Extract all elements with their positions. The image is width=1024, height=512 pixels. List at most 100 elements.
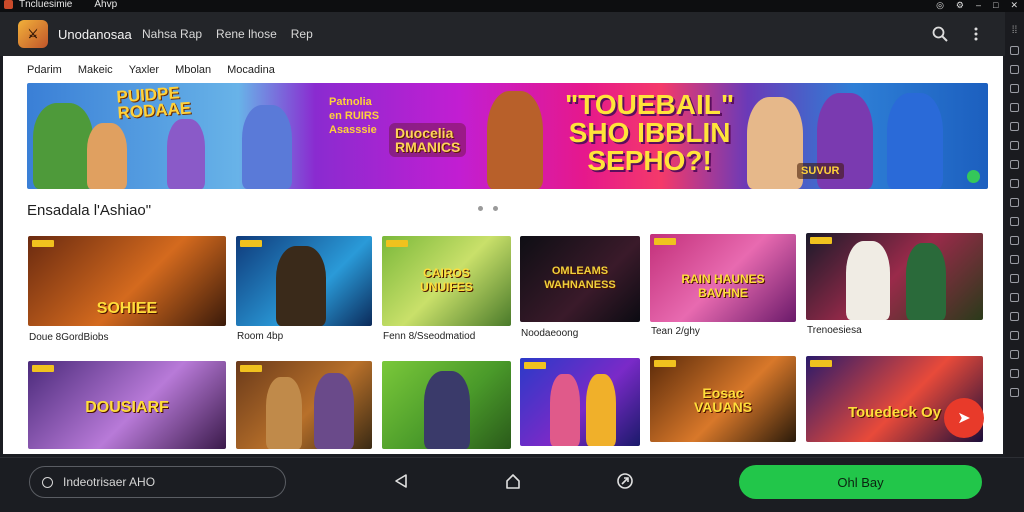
game-card[interactable]: SOHIEE	[28, 236, 226, 326]
game-card[interactable]: DOUSIARF	[28, 361, 226, 449]
game-card[interactable]: CAIROS UNUIFES	[382, 236, 511, 326]
chat-icon[interactable]	[967, 170, 980, 183]
toolbar-icon-11[interactable]	[1010, 236, 1019, 245]
toolbar-icon-15[interactable]	[1010, 312, 1019, 321]
window-controls: ◎ ⚙ – □ ✕	[936, 0, 1018, 10]
game-card[interactable]: OMLEAMS WAHNANESS	[520, 236, 640, 322]
toolbar-icon-17[interactable]	[1010, 350, 1019, 359]
banner-character-2	[87, 123, 127, 189]
window-title-bar: Tncluesimie Ahvp ◎ ⚙ – □ ✕	[0, 0, 1024, 12]
card-title: RAIN HAUNES BAVHNE	[681, 272, 765, 300]
toolbar-icon-14[interactable]	[1010, 293, 1019, 302]
nav-item-3[interactable]: Rep	[291, 27, 313, 41]
banner-character-5	[747, 97, 803, 189]
window-minimize-icon[interactable]: –	[976, 0, 981, 10]
card-character	[266, 377, 302, 449]
window-app-label: Tncluesimie Ahvp	[4, 0, 117, 10]
toolbar-icon-1[interactable]	[1010, 46, 1019, 55]
bottom-bar: Indeotrisaer AHO Ohl Bay	[0, 457, 1024, 512]
tab-4[interactable]: Mbolan	[175, 64, 211, 76]
card-caption: Room 4bp	[237, 331, 284, 342]
search-field[interactable]: Indeotrisaer AHO	[29, 466, 286, 498]
toolbar-icon-5[interactable]	[1010, 122, 1019, 131]
store-panel: Pdarim Makeic Yaxler Mbolan Mocadina PUI…	[3, 56, 1003, 454]
banner-hero-character	[487, 91, 543, 189]
toolbar-icon-12[interactable]	[1010, 255, 1019, 264]
toolbar-icon-4[interactable]	[1010, 103, 1019, 112]
game-card[interactable]: Eosac VAUANS	[650, 356, 796, 442]
card-tag	[32, 240, 54, 247]
card-title: CAIROS UNUIFES	[420, 266, 473, 294]
card-character	[550, 374, 580, 446]
card-caption: Noodaeoong	[521, 328, 579, 339]
tab-2[interactable]: Makeic	[78, 64, 113, 76]
card-character	[276, 246, 326, 326]
carousel-dot-2[interactable]	[493, 206, 498, 211]
banner-character-3	[167, 119, 205, 189]
card-tag	[240, 365, 262, 372]
carousel-dots[interactable]	[478, 206, 498, 211]
toolbar-icon-6[interactable]	[1010, 141, 1019, 150]
game-card[interactable]: RAIN HAUNES BAVHNE	[650, 234, 796, 322]
card-tag	[386, 240, 408, 247]
banner-character-4	[242, 105, 292, 189]
toolbar-icon-19[interactable]	[1010, 388, 1019, 397]
hero-banner[interactable]: PUIDPE RODAAE Patnolia en RUIRS Asasssie…	[27, 83, 988, 189]
card-tag	[810, 360, 832, 367]
toolbar-icon-18[interactable]	[1010, 369, 1019, 378]
game-card[interactable]	[382, 361, 511, 449]
game-card[interactable]	[806, 233, 983, 320]
app-logo[interactable]: ⚔	[18, 20, 48, 48]
banner-right-badge: SUVUR	[797, 163, 844, 179]
carousel-dot-1[interactable]	[478, 206, 483, 211]
toolbar-icon-8[interactable]	[1010, 179, 1019, 188]
game-card[interactable]	[236, 236, 372, 326]
card-caption: Trenoesiesa	[807, 325, 862, 336]
top-nav: Nahsa Rap Rene lhose Rep	[142, 27, 313, 41]
banner-badge: Duocelia RMANICS	[389, 123, 467, 157]
get-button[interactable]: Ohl Bay	[739, 465, 982, 499]
home-icon[interactable]	[502, 470, 524, 492]
right-toolbar: ⁞⁞	[1005, 12, 1024, 457]
card-character	[586, 374, 616, 446]
share-icon[interactable]	[614, 470, 636, 492]
toolbar-icon-16[interactable]	[1010, 331, 1019, 340]
tab-5[interactable]: Mocadina	[227, 64, 275, 76]
search-icon[interactable]	[930, 24, 950, 44]
window-close-icon[interactable]: ✕	[1010, 0, 1018, 10]
card-character	[424, 371, 470, 449]
toolbar-icon-13[interactable]	[1010, 274, 1019, 283]
game-card[interactable]	[236, 361, 372, 449]
category-tabs: Pdarim Makeic Yaxler Mbolan Mocadina	[27, 64, 275, 76]
grid-dots-icon[interactable]: ⁞⁞	[1012, 26, 1018, 36]
window-maximize-icon[interactable]: □	[993, 0, 998, 10]
tab-3[interactable]: Yaxler	[129, 64, 159, 76]
toolbar-icon-3[interactable]	[1010, 84, 1019, 93]
more-vert-icon[interactable]	[966, 24, 986, 44]
toolbar-icon-10[interactable]	[1010, 217, 1019, 226]
window-settings-icon[interactable]: ⚙	[956, 0, 964, 10]
game-card[interactable]	[520, 358, 640, 446]
play-icon[interactable]: ➤	[944, 398, 984, 438]
toolbar-icon-9[interactable]	[1010, 198, 1019, 207]
banner-headline: "TOUEBAIL" SHO IBBLIN SEPHO?!	[565, 89, 735, 176]
search-icon	[42, 476, 53, 488]
section-title: Ensadala l'Ashiao"	[27, 202, 152, 219]
tab-1[interactable]: Pdarim	[27, 64, 62, 76]
search-placeholder: Indeotrisaer AHO	[63, 475, 156, 489]
banner-character-1	[33, 103, 93, 189]
back-icon[interactable]	[390, 470, 412, 492]
card-caption: Tean 2/ghy	[651, 326, 700, 337]
app-small-icon	[4, 0, 13, 9]
card-title: DOUSIARF	[85, 399, 169, 416]
nav-item-1[interactable]: Nahsa Rap	[142, 27, 202, 41]
toolbar-icon-2[interactable]	[1010, 65, 1019, 74]
card-caption: Doue 8GordBiobs	[29, 332, 109, 343]
toolbar-icon-7[interactable]	[1010, 160, 1019, 169]
card-tag	[240, 240, 262, 247]
nav-item-2[interactable]: Rene lhose	[216, 27, 277, 41]
window-pin-icon[interactable]: ◎	[936, 0, 944, 10]
app-header: ⚔ Unodanosaa Nahsa Rap Rene lhose Rep	[0, 12, 1005, 56]
card-title: Eosac VAUANS	[693, 385, 753, 415]
card-tag	[654, 238, 676, 245]
